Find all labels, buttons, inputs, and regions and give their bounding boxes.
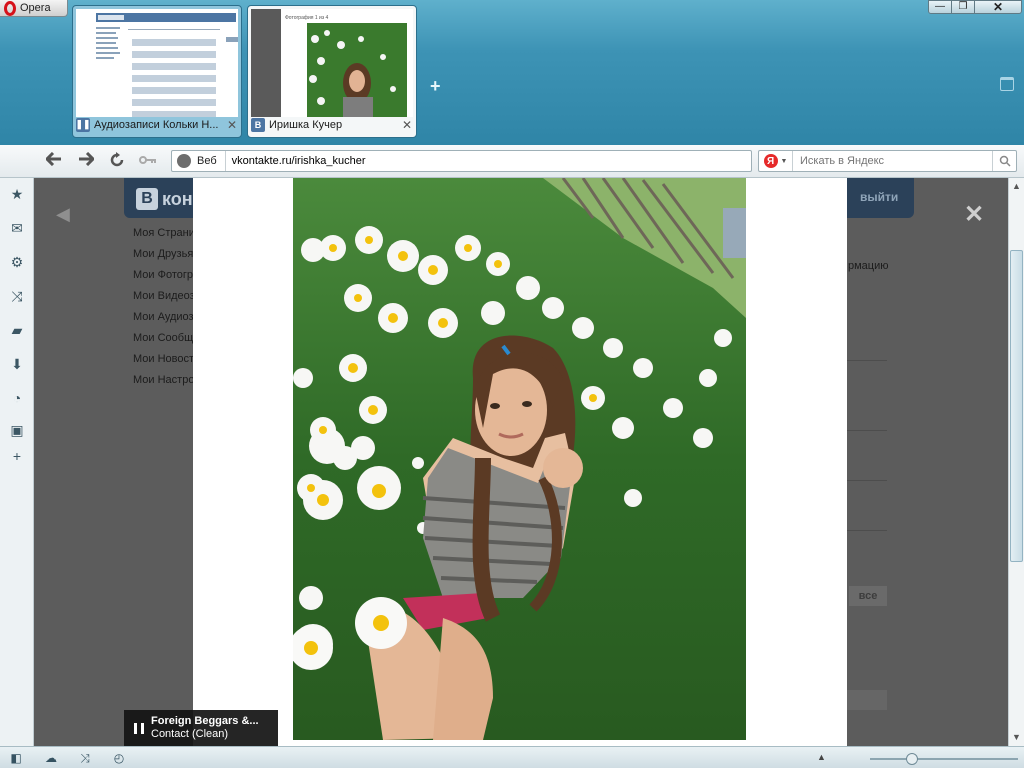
search-engine-selector[interactable]: Я ▼ — [759, 151, 793, 171]
zoom-slider[interactable] — [870, 753, 1018, 765]
yandex-icon: Я — [763, 154, 778, 168]
photo-viewer — [193, 178, 847, 746]
tab-label-row: B Иришка Кучер ✕ — [251, 115, 413, 134]
vk-menu-item[interactable]: Мои Аудиоз — [133, 310, 195, 324]
address-bar[interactable]: Веб vkontakte.ru/irishka_kucher — [171, 150, 752, 172]
maximize-button[interactable]: ❐ — [951, 0, 975, 14]
search-box[interactable]: Я ▼ — [758, 150, 1017, 172]
mail-icon[interactable]: ✉ — [9, 220, 25, 236]
all-button[interactable]: все — [849, 586, 887, 606]
logout-link[interactable]: выйти — [860, 190, 898, 204]
opera-logo-icon — [4, 0, 16, 16]
add-panel-icon[interactable]: + — [9, 448, 25, 464]
search-input[interactable] — [793, 155, 992, 167]
cloud-icon[interactable]: ☁ — [44, 751, 58, 765]
pause-icon: ❚❚ — [75, 117, 91, 132]
tab-preview: Фотография 1 из 4 — [251, 9, 413, 117]
vk-bottom-block — [847, 690, 887, 710]
vk-logo[interactable]: В кон — [136, 188, 193, 210]
divider — [847, 430, 887, 431]
notes-icon[interactable]: ▰ — [9, 322, 25, 338]
widgets-icon[interactable]: ▣ — [9, 422, 25, 438]
bookmarks-star-icon[interactable]: ★ — [9, 186, 25, 202]
opera-menu-button[interactable]: Opera — [0, 0, 68, 17]
divider — [847, 360, 887, 361]
close-tab-icon[interactable]: ✕ — [401, 118, 413, 132]
globe-icon — [177, 154, 191, 168]
side-panel: ★ ✉ ⚙ ⤨ ▰ ⬇ ◔ ▣ + — [0, 178, 34, 746]
tab-preview — [76, 9, 238, 117]
vk-logo-text: кон — [162, 188, 193, 209]
music-player-widget[interactable]: Foreign Beggars &... Contact (Clean) — [124, 710, 278, 746]
settings-gear-icon[interactable]: ⚙ — [9, 254, 25, 270]
tab-label-row: ❚❚ Аудиозаписи Кольки Н... ✕ — [75, 115, 238, 134]
divider — [847, 530, 887, 531]
status-bar: ◧ ☁ ⤨ ◴ ▲ — [0, 746, 1024, 768]
history-clock-icon[interactable]: ◔ — [9, 390, 25, 406]
vk-menu-item[interactable]: Мои Сообщ — [133, 331, 195, 345]
vk-menu-item[interactable]: Мои Новост — [133, 352, 195, 366]
zoom-menu-icon[interactable]: ▲ — [817, 752, 826, 762]
player-track-info: Foreign Beggars &... Contact (Clean) — [151, 715, 259, 741]
unite-share-icon[interactable]: ⤨ — [9, 288, 25, 304]
scroll-thumb[interactable] — [1010, 250, 1023, 562]
tab-title: Аудиозаписи Кольки Н... — [94, 118, 219, 131]
close-tab-icon[interactable]: ✕ — [226, 118, 238, 132]
vk-favicon-icon: B — [251, 117, 265, 132]
previous-photo-icon[interactable]: ◀ — [56, 204, 70, 225]
reload-icon[interactable] — [107, 152, 127, 170]
vk-menu-item[interactable]: Мои Фотогр — [133, 268, 195, 282]
address-scope[interactable]: Веб — [191, 151, 226, 171]
minimize-button[interactable]: — — [928, 0, 952, 14]
page-content: В кон выйти Моя Страни Мои Друзья Мои Фо… — [34, 178, 1008, 746]
tab-photo[interactable]: Фотография 1 из 4 B Иришка Кучер ✕ — [247, 5, 417, 138]
vk-left-menu: Моя Страни Мои Друзья Мои Фотогр Мои Вид… — [133, 226, 195, 387]
vk-right-text[interactable]: рмацию — [848, 260, 889, 272]
vk-menu-item[interactable]: Мои Видеоз — [133, 289, 195, 303]
vk-menu-item[interactable]: Мои Настро — [133, 373, 195, 387]
scroll-down-icon[interactable]: ▼ — [1012, 732, 1021, 742]
unite-share-icon[interactable]: ⤨ — [78, 751, 92, 765]
trash-icon[interactable] — [1000, 77, 1014, 91]
speed-dial-gauge-icon[interactable]: ◴ — [112, 751, 126, 765]
close-window-button[interactable]: ✕ — [974, 0, 1022, 14]
search-icon[interactable] — [992, 151, 1016, 171]
forward-arrow-icon[interactable] — [76, 151, 96, 170]
vk-menu-item[interactable]: Мои Друзья — [133, 247, 195, 261]
tab-audio[interactable]: ❚❚ Аудиозаписи Кольки Н... ✕ — [72, 5, 242, 138]
tab-bar: Opera — ❐ ✕ ❚❚ Аудиозаписи Кольки Н... ✕… — [0, 0, 1024, 145]
player-track: Contact (Clean) — [151, 728, 229, 740]
pause-icon[interactable] — [134, 722, 144, 734]
downloads-icon[interactable]: ⬇ — [9, 356, 25, 372]
svg-text:Фотография 1 из 4: Фотография 1 из 4 — [285, 15, 329, 21]
panel-toggle-icon[interactable]: ◧ — [9, 751, 23, 765]
opera-menu-label: Opera — [20, 2, 51, 14]
key-icon[interactable] — [138, 152, 158, 170]
back-arrow-icon[interactable] — [44, 151, 64, 170]
photo[interactable] — [293, 178, 746, 740]
scroll-up-icon[interactable]: ▲ — [1012, 181, 1021, 191]
divider — [847, 480, 887, 481]
vk-menu-item[interactable]: Моя Страни — [133, 226, 195, 240]
tab-title: Иришка Кучер — [269, 118, 343, 131]
player-artist: Foreign Beggars &... — [151, 715, 259, 727]
new-tab-button[interactable]: + — [430, 76, 441, 97]
vk-logo-box: В — [136, 188, 158, 210]
chevron-down-icon: ▼ — [780, 157, 788, 165]
vertical-scrollbar[interactable]: ▲ ▼ — [1008, 178, 1024, 746]
url-text[interactable]: vkontakte.ru/irishka_kucher — [226, 155, 366, 167]
zoom-slider-knob[interactable] — [906, 753, 918, 765]
close-viewer-icon[interactable]: ✕ — [964, 200, 984, 229]
